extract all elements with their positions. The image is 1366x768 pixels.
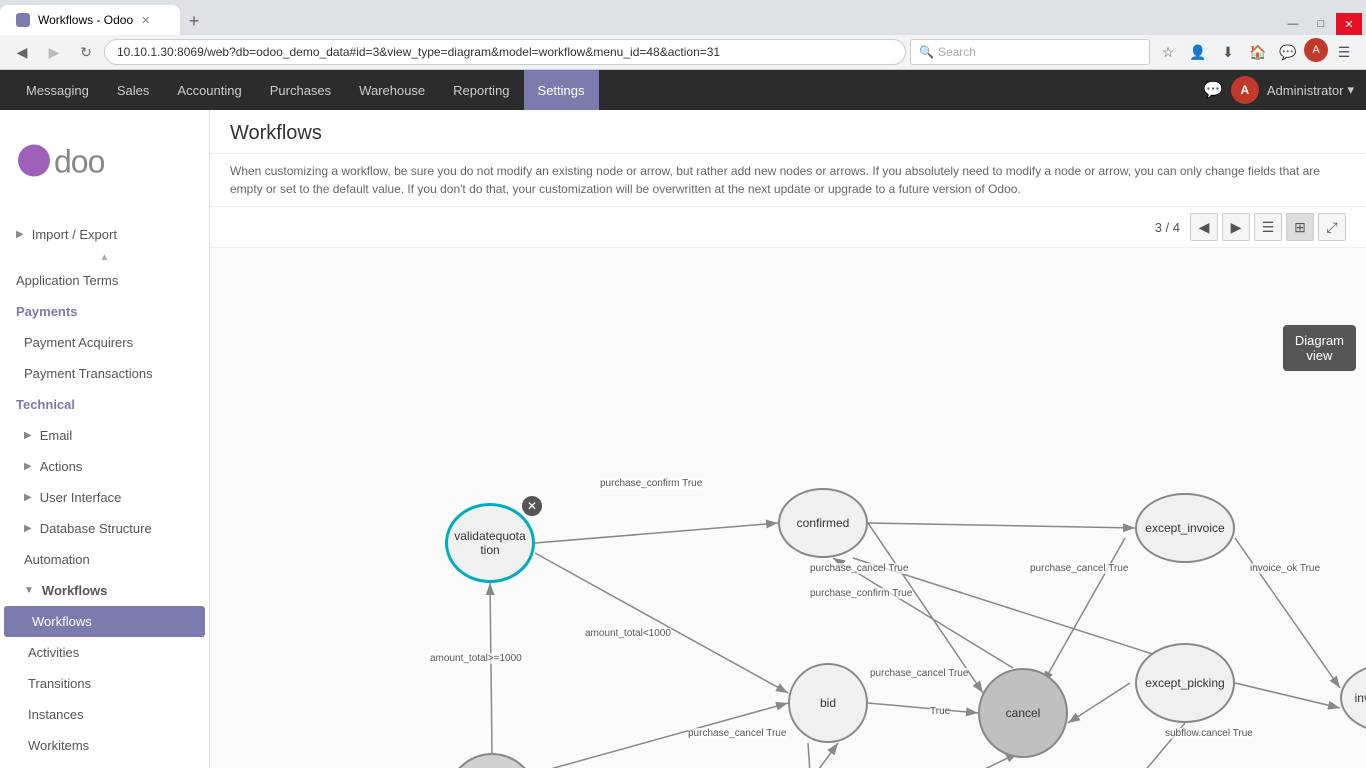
edge-label-invoice-ok: invoice_ok True bbox=[1250, 563, 1320, 574]
tab-title: Workflows - Odoo bbox=[38, 13, 133, 27]
edge-label-purchase-cancel-2: purchase_cancel True bbox=[1030, 563, 1128, 574]
download-icon[interactable]: ⬇ bbox=[1214, 38, 1242, 66]
sidebar-item-database-structure[interactable]: ▶ Database Structure bbox=[0, 513, 209, 544]
node-draft[interactable]: draft bbox=[447, 753, 537, 768]
back-button[interactable]: ◀ bbox=[8, 38, 36, 66]
sidebar-item-instances[interactable]: Instances bbox=[0, 699, 209, 730]
sidebar-item-application-terms[interactable]: Application Terms bbox=[0, 265, 209, 296]
sidebar-item-transitions[interactable]: Transitions bbox=[0, 668, 209, 699]
search-icon: 🔍 bbox=[919, 45, 934, 59]
top-navigation: Messaging Sales Accounting Purchases War… bbox=[0, 70, 1366, 110]
sidebar-scroll-up[interactable]: ▲ bbox=[0, 250, 209, 265]
chevron-right-icon: ▶ bbox=[24, 523, 32, 534]
user-menu[interactable]: Administrator ▾ bbox=[1267, 82, 1354, 98]
nav-item-settings[interactable]: Settings bbox=[524, 70, 599, 110]
sidebar-item-payment-acquirers[interactable]: Payment Acquirers bbox=[0, 327, 209, 358]
minimize-button[interactable]: — bbox=[1280, 13, 1306, 35]
sidebar-item-workflows-header[interactable]: ▼ Workflows bbox=[0, 575, 209, 606]
node-cancel[interactable]: cancel bbox=[978, 668, 1068, 758]
edge-label-subflow-cancel: subflow.cancel True bbox=[1165, 728, 1253, 739]
url-bar[interactable]: 10.10.1.30:8069/web?db=odoo_demo_data#id… bbox=[104, 39, 906, 65]
edge-label-purchase-cancel-4: purchase_cancel True bbox=[688, 728, 786, 739]
nav-item-purchases[interactable]: Purchases bbox=[256, 70, 345, 110]
chevron-down-icon: ▼ bbox=[24, 585, 34, 596]
node-except-picking[interactable]: except_picking bbox=[1135, 643, 1235, 723]
edge-label-purchase-confirm-2: purchase_confirm True bbox=[810, 588, 912, 599]
svg-text:doo: doo bbox=[54, 144, 105, 180]
chevron-right-icon: ▶ bbox=[24, 492, 32, 503]
tab-close-icon[interactable]: ✕ bbox=[141, 14, 150, 27]
chevron-right-icon: ▶ bbox=[24, 461, 32, 472]
node-confirmed[interactable]: confirmed bbox=[778, 488, 868, 558]
nav-item-messaging[interactable]: Messaging bbox=[12, 70, 103, 110]
edge-label-purchase-cancel-3: purchase_cancel True bbox=[870, 668, 968, 679]
edge-label-purchase-confirm-true: purchase_confirm True bbox=[600, 478, 702, 489]
fullscreen-button[interactable]: ⤢ bbox=[1318, 213, 1346, 241]
user-avatar[interactable]: A bbox=[1231, 76, 1259, 104]
list-view-button[interactable]: ☰ bbox=[1254, 213, 1282, 241]
tab-favicon bbox=[16, 13, 30, 27]
diagram-view-button[interactable]: ⊞ bbox=[1286, 213, 1314, 241]
nav-item-accounting[interactable]: Accounting bbox=[163, 70, 255, 110]
node-invoice-done[interactable]: invoice_done bbox=[1340, 663, 1366, 733]
sidebar-item-payment-transactions[interactable]: Payment Transactions bbox=[0, 358, 209, 389]
node-x-button[interactable]: ✕ bbox=[522, 496, 542, 516]
sidebar-item-actions[interactable]: ▶ Actions bbox=[0, 451, 209, 482]
odoo-logo: doo bbox=[0, 110, 209, 213]
chevron-down-icon: ▾ bbox=[1347, 82, 1354, 98]
sidebar: doo ▶ Import / Export ▲ Application Term… bbox=[0, 110, 210, 768]
sidebar-item-workflows[interactable]: Workflows bbox=[4, 606, 205, 637]
chevron-right-icon: ▶ bbox=[24, 430, 32, 441]
sidebar-item-email[interactable]: ▶ Email bbox=[0, 420, 209, 451]
notice-bar: When customizing a workflow, be sure you… bbox=[210, 154, 1366, 207]
diagram-view-tooltip: Diagram view bbox=[1283, 325, 1356, 371]
node-except-invoice[interactable]: except_invoice bbox=[1135, 493, 1235, 563]
node-validatequotation[interactable]: ✕ validatequotation bbox=[445, 503, 535, 583]
prev-page-button[interactable]: ◀ bbox=[1190, 213, 1218, 241]
search-bar[interactable]: 🔍 Search bbox=[910, 39, 1150, 65]
search-placeholder: Search bbox=[938, 45, 976, 59]
edge-label-purchase-cancel-1: purchase_cancel True bbox=[810, 563, 908, 574]
browser-tab[interactable]: Workflows - Odoo ✕ bbox=[0, 5, 180, 35]
nav-item-warehouse[interactable]: Warehouse bbox=[345, 70, 439, 110]
sidebar-section-technical: Technical bbox=[0, 389, 209, 420]
edge-label-amount-lt-1000: amount_total<1000 bbox=[585, 628, 671, 639]
chat-nav-icon[interactable]: 💬 bbox=[1203, 80, 1223, 100]
forward-button[interactable]: ▶ bbox=[40, 38, 68, 66]
nav-item-sales[interactable]: Sales bbox=[103, 70, 164, 110]
page-header: Workflows bbox=[210, 110, 1366, 154]
sidebar-item-calendar[interactable]: ▶ Calendar bbox=[0, 761, 209, 768]
bookmark-icon[interactable]: ☆ bbox=[1154, 38, 1182, 66]
notice-text: When customizing a workflow, be sure you… bbox=[230, 164, 1320, 196]
home-icon[interactable]: 🏠 bbox=[1244, 38, 1272, 66]
diagram-toolbar: 3 / 4 ◀ ▶ ☰ ⊞ ⤢ bbox=[210, 207, 1366, 248]
nav-item-reporting[interactable]: Reporting bbox=[439, 70, 523, 110]
sidebar-item-user-interface[interactable]: ▶ User Interface bbox=[0, 482, 209, 513]
node-bid[interactable]: bid bbox=[788, 663, 868, 743]
user-profile-icon[interactable]: 👤 bbox=[1184, 38, 1212, 66]
sidebar-item-workitems[interactable]: Workitems bbox=[0, 730, 209, 761]
edge-label-true-1: True bbox=[930, 706, 950, 717]
menu-icon[interactable]: ☰ bbox=[1330, 38, 1358, 66]
edge-label-amount-gte-1000: amount_total>=1000 bbox=[430, 653, 522, 664]
sidebar-item-activities[interactable]: Activities bbox=[0, 637, 209, 668]
close-button[interactable]: ✕ bbox=[1336, 13, 1362, 35]
account-icon[interactable]: A bbox=[1304, 38, 1328, 62]
maximize-button[interactable]: □ bbox=[1308, 13, 1334, 35]
next-page-button[interactable]: ▶ bbox=[1222, 213, 1250, 241]
reload-button[interactable]: ↻ bbox=[72, 38, 100, 66]
chevron-right-icon: ▶ bbox=[16, 229, 24, 240]
new-tab-button[interactable]: + bbox=[180, 7, 208, 35]
sidebar-section-payments: Payments bbox=[0, 296, 209, 327]
sidebar-item-automation[interactable]: Automation bbox=[0, 544, 209, 575]
sidebar-item-import-export[interactable]: ▶ Import / Export bbox=[0, 219, 209, 250]
url-text: 10.10.1.30:8069/web?db=odoo_demo_data#id… bbox=[117, 45, 720, 59]
chat-icon[interactable]: 💬 bbox=[1274, 38, 1302, 66]
page-title: Workflows bbox=[230, 122, 1346, 145]
diagram-area[interactable]: purchase_confirm True purchase_cancel Tr… bbox=[210, 248, 1366, 768]
page-counter: 3 / 4 bbox=[1155, 220, 1180, 235]
